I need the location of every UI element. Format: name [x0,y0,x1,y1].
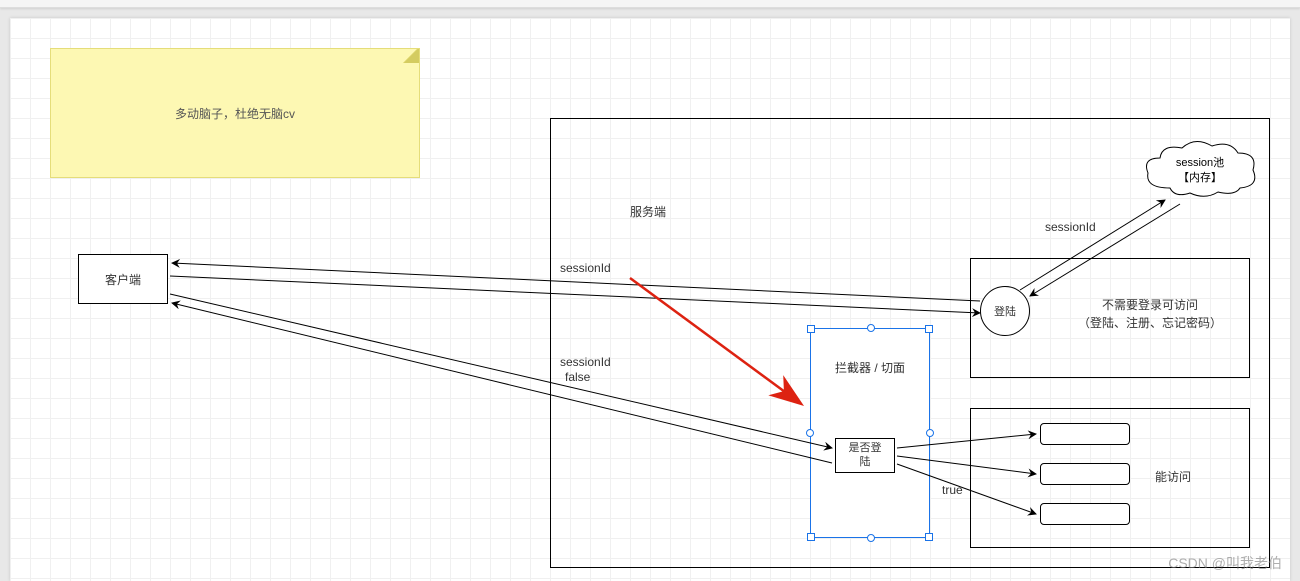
noauth-line2: （登陆、注册、忘记密码） [1060,314,1240,332]
edge-sessionid-1: sessionId [560,261,611,275]
edge-sessionid-2: sessionId [560,355,611,369]
auth-item-1[interactable] [1040,423,1130,445]
pool-line2: 【内存】 [1176,171,1224,185]
session-pool-cloud[interactable]: session池 【内存】 [1140,138,1260,203]
decision-label: 是否登 陆 [849,442,882,468]
noauth-line1: 不需要登录可访问 [1060,296,1240,314]
auth-item-2[interactable] [1040,463,1130,485]
edge-false: false [565,370,590,384]
edge-sessionid-3: sessionId [1045,220,1096,234]
auth-label: 能访问 [1155,468,1191,485]
interceptor-label: 拦截器 / 切面 [835,359,905,376]
diagram-canvas[interactable]: 多动脑子，杜绝无脑cv 客户端 服务端 登陆 不需要登录可访问 （登陆、注册、忘… [10,18,1290,581]
pool-line1: session池 [1176,156,1224,170]
interceptor-box[interactable]: 拦截器 / 切面 [810,328,930,538]
server-label: 服务端 [630,203,666,220]
noauth-text: 不需要登录可访问 （登陆、注册、忘记密码） [1060,296,1240,332]
login-circle[interactable]: 登陆 [980,286,1030,336]
watermark: CSDN @叫我老伯 [1168,553,1282,573]
sticky-note[interactable]: 多动脑子，杜绝无脑cv [50,48,420,178]
edge-true: true [942,483,963,497]
app-toolbar [0,0,1300,8]
decision-box[interactable]: 是否登 陆 [835,438,895,473]
auth-item-3[interactable] [1040,503,1130,525]
note-text: 多动脑子，杜绝无脑cv [175,105,295,122]
client-label: 客户端 [105,271,141,288]
client-box[interactable]: 客户端 [78,254,168,304]
login-label: 登陆 [994,303,1016,319]
